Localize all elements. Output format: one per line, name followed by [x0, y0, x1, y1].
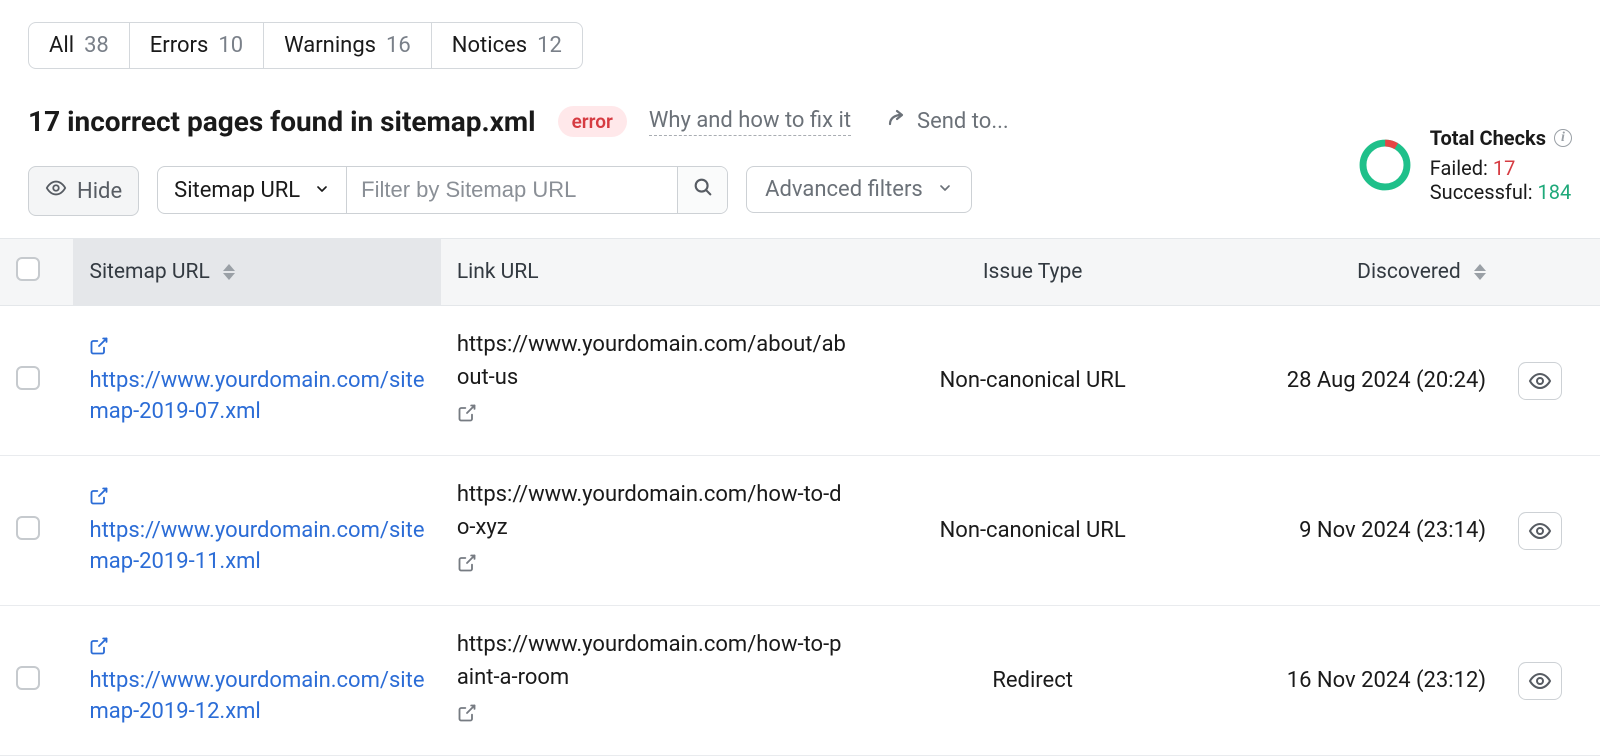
failed-label: Failed:	[1430, 156, 1488, 180]
view-row-button[interactable]	[1518, 512, 1562, 550]
tab-count: 10	[218, 33, 243, 58]
filter-group: Sitemap URL	[157, 166, 728, 214]
external-link-icon[interactable]	[89, 335, 109, 366]
col-select-all	[0, 239, 73, 306]
send-to-button[interactable]: Send to...	[883, 107, 1009, 137]
tab-label: Warnings	[284, 33, 376, 58]
discovered-date: 28 Aug 2024 (20:24)	[1196, 306, 1502, 456]
view-row-button[interactable]	[1518, 662, 1562, 700]
advanced-filters-label: Advanced filters	[765, 177, 923, 202]
col-sitemap-label: Sitemap URL	[89, 260, 209, 284]
filter-tabs: All 38 Errors 10 Warnings 16 Notices 12	[28, 22, 583, 69]
col-discovered-label: Discovered	[1357, 260, 1461, 284]
tab-count: 12	[537, 33, 562, 58]
tab-count: 38	[84, 33, 109, 58]
col-discovered-header[interactable]: Discovered	[1196, 239, 1502, 306]
external-link-icon[interactable]	[89, 635, 109, 666]
col-link-label: Link URL	[457, 260, 539, 284]
link-url-text: https://www.yourdomain.com/about/about-u…	[457, 328, 854, 394]
view-row-button[interactable]	[1518, 362, 1562, 400]
issue-type: Non-canonical URL	[869, 456, 1196, 606]
col-actions-header	[1502, 239, 1600, 306]
col-sitemap-header[interactable]: Sitemap URL	[73, 239, 440, 306]
discovered-date: 16 Nov 2024 (23:12)	[1196, 606, 1502, 756]
chevron-down-icon	[937, 177, 953, 202]
toolbar: Hide Sitemap URL Advanced filters Tot	[28, 166, 1572, 216]
hide-button[interactable]: Hide	[28, 166, 139, 216]
page-title: 17 incorrect pages found in sitemap.xml	[28, 105, 536, 138]
row-checkbox[interactable]	[16, 666, 40, 690]
sitemap-url-link[interactable]: https://www.yourdomain.com/sitemap-2019-…	[89, 668, 424, 724]
sitemap-url-link[interactable]: https://www.yourdomain.com/sitemap-2019-…	[89, 368, 424, 424]
filter-field-dropdown[interactable]: Sitemap URL	[158, 167, 347, 213]
col-issue-header: Issue Type	[869, 239, 1196, 306]
external-link-icon[interactable]	[457, 400, 477, 433]
total-checks-title: Total Checks	[1430, 126, 1546, 150]
filter-field-label: Sitemap URL	[174, 178, 300, 203]
sort-icon	[1474, 264, 1486, 280]
tab-errors[interactable]: Errors 10	[130, 23, 264, 68]
link-url-text: https://www.yourdomain.com/how-to-do-xyz	[457, 478, 854, 544]
tab-label: Errors	[150, 33, 209, 58]
table-row: https://www.yourdomain.com/sitemap-2019-…	[0, 606, 1600, 756]
how-to-fix-link[interactable]: Why and how to fix it	[649, 108, 851, 136]
sort-icon	[223, 264, 235, 280]
successful-count: 184	[1538, 180, 1572, 204]
results-table: Sitemap URL Link URL Issue Type Discover…	[0, 238, 1600, 756]
row-checkbox[interactable]	[16, 366, 40, 390]
page-header: 17 incorrect pages found in sitemap.xml …	[28, 105, 1572, 138]
info-icon[interactable]: i	[1554, 129, 1572, 147]
error-badge: error	[558, 106, 627, 137]
tab-label: All	[49, 33, 74, 58]
chevron-down-icon	[314, 178, 330, 203]
row-checkbox[interactable]	[16, 516, 40, 540]
external-link-icon[interactable]	[457, 550, 477, 583]
external-link-icon[interactable]	[89, 485, 109, 516]
select-all-checkbox[interactable]	[16, 257, 40, 281]
sitemap-url-link[interactable]: https://www.yourdomain.com/sitemap-2019-…	[89, 518, 424, 574]
col-issue-label: Issue Type	[983, 260, 1083, 284]
failed-count: 17	[1493, 156, 1515, 180]
eye-icon	[45, 177, 67, 205]
issue-type: Redirect	[869, 606, 1196, 756]
tab-label: Notices	[452, 33, 527, 58]
tab-all[interactable]: All 38	[29, 23, 130, 68]
hide-label: Hide	[77, 179, 122, 204]
link-url-text: https://www.yourdomain.com/how-to-paint-…	[457, 628, 854, 694]
send-to-label: Send to...	[917, 109, 1009, 134]
tab-count: 16	[386, 33, 411, 58]
col-link-header: Link URL	[441, 239, 870, 306]
successful-label: Successful:	[1430, 180, 1533, 204]
search-icon	[692, 176, 714, 204]
filter-input[interactable]	[347, 167, 677, 213]
discovered-date: 9 Nov 2024 (23:14)	[1196, 456, 1502, 606]
share-arrow-icon	[883, 107, 907, 137]
advanced-filters-button[interactable]: Advanced filters	[746, 166, 972, 213]
results-table-wrap: Sitemap URL Link URL Issue Type Discover…	[0, 238, 1600, 756]
tab-notices[interactable]: Notices 12	[432, 23, 582, 68]
tab-warnings[interactable]: Warnings 16	[264, 23, 432, 68]
external-link-icon[interactable]	[457, 700, 477, 733]
table-row: https://www.yourdomain.com/sitemap-2019-…	[0, 456, 1600, 606]
table-row: https://www.yourdomain.com/sitemap-2019-…	[0, 306, 1600, 456]
issue-type: Non-canonical URL	[869, 306, 1196, 456]
checks-donut-chart	[1356, 136, 1414, 194]
total-checks-panel: Total Checks i Failed: 17 Successful: 18…	[1356, 126, 1572, 204]
search-button[interactable]	[677, 167, 727, 213]
